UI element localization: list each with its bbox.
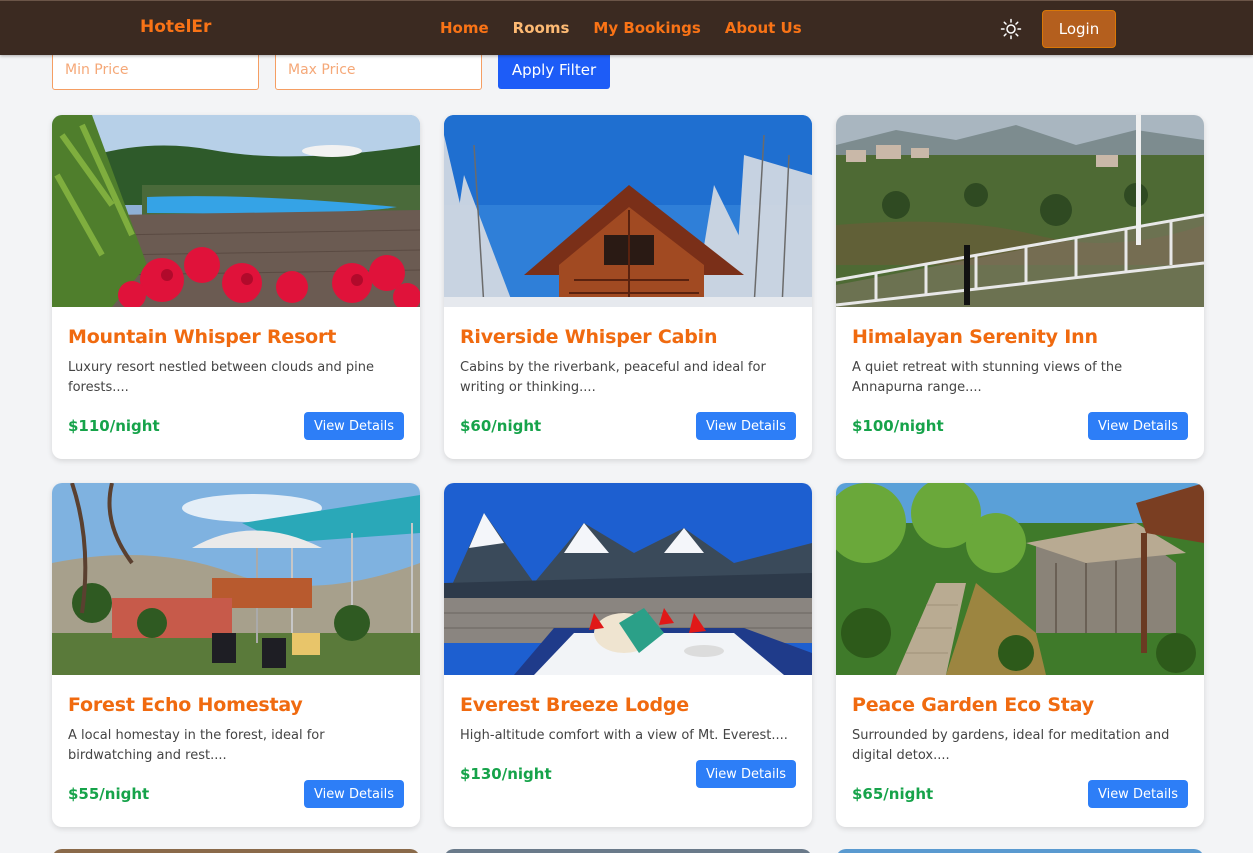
room-price: $100/night bbox=[852, 417, 944, 435]
room-image bbox=[444, 483, 812, 675]
room-price: $60/night bbox=[460, 417, 542, 435]
sun-icon[interactable] bbox=[1000, 18, 1022, 40]
nav-home[interactable]: Home bbox=[440, 19, 489, 37]
min-price-input[interactable] bbox=[52, 50, 259, 90]
view-details-button[interactable]: View Details bbox=[304, 412, 404, 440]
brand-logo[interactable]: HotelEr bbox=[140, 17, 211, 37]
room-title[interactable]: Riverside Whisper Cabin bbox=[460, 326, 796, 348]
room-description: Luxury resort nestled between clouds and… bbox=[68, 360, 374, 395]
card-body: Forest Echo Homestay A local homestay in… bbox=[52, 675, 420, 808]
room-description: Surrounded by gardens, ideal for meditat… bbox=[852, 728, 1170, 763]
room-card: Forest Echo Homestay A local homestay in… bbox=[52, 483, 420, 827]
room-title[interactable]: Everest Breeze Lodge bbox=[460, 694, 796, 716]
card-footer: $55/night View Details bbox=[68, 780, 404, 808]
room-card: Himalayan Serenity Inn A quiet retreat w… bbox=[836, 115, 1204, 459]
card-footer: $60/night View Details bbox=[460, 412, 796, 440]
card-footer: $130/night View Details bbox=[460, 760, 796, 788]
view-details-button[interactable]: View Details bbox=[1088, 412, 1188, 440]
room-price: $110/night bbox=[68, 417, 160, 435]
room-image bbox=[52, 483, 420, 675]
nav-links: Home Rooms My Bookings About Us bbox=[440, 19, 802, 37]
card-footer: $110/night View Details bbox=[68, 412, 404, 440]
view-details-button[interactable]: View Details bbox=[696, 760, 796, 788]
room-card: Peace Garden Eco Stay Surrounded by gard… bbox=[836, 483, 1204, 827]
room-image bbox=[836, 115, 1204, 307]
card-body: Everest Breeze Lodge High-altitude comfo… bbox=[444, 675, 812, 788]
room-title[interactable]: Forest Echo Homestay bbox=[68, 694, 404, 716]
price-filter: Apply Filter bbox=[52, 50, 612, 91]
room-title[interactable]: Mountain Whisper Resort bbox=[68, 326, 404, 348]
room-description: Cabins by the riverbank, peaceful and id… bbox=[460, 360, 766, 395]
room-card-peek bbox=[444, 849, 812, 853]
card-body: Himalayan Serenity Inn A quiet retreat w… bbox=[836, 307, 1204, 440]
room-price: $130/night bbox=[460, 765, 552, 783]
apply-filter-button[interactable]: Apply Filter bbox=[498, 50, 610, 89]
room-image bbox=[836, 483, 1204, 675]
room-card: Mountain Whisper Resort Luxury resort ne… bbox=[52, 115, 420, 459]
max-price-input[interactable] bbox=[275, 50, 482, 90]
card-footer: $65/night View Details bbox=[852, 780, 1188, 808]
room-card-peek bbox=[836, 849, 1204, 853]
room-card: Everest Breeze Lodge High-altitude comfo… bbox=[444, 483, 812, 827]
card-footer: $100/night View Details bbox=[852, 412, 1188, 440]
view-details-button[interactable]: View Details bbox=[304, 780, 404, 808]
room-title[interactable]: Peace Garden Eco Stay bbox=[852, 694, 1188, 716]
card-body: Riverside Whisper Cabin Cabins by the ri… bbox=[444, 307, 812, 440]
nav-about-us[interactable]: About Us bbox=[725, 19, 802, 37]
room-title[interactable]: Himalayan Serenity Inn bbox=[852, 326, 1188, 348]
room-description: A local homestay in the forest, ideal fo… bbox=[68, 728, 325, 763]
room-image bbox=[52, 115, 420, 307]
room-price: $65/night bbox=[852, 785, 934, 803]
view-details-button[interactable]: View Details bbox=[696, 412, 796, 440]
nav-my-bookings[interactable]: My Bookings bbox=[593, 19, 700, 37]
room-price: $55/night bbox=[68, 785, 150, 803]
room-card: Riverside Whisper Cabin Cabins by the ri… bbox=[444, 115, 812, 459]
view-details-button[interactable]: View Details bbox=[1088, 780, 1188, 808]
top-navbar: HotelEr Home Rooms My Bookings About Us … bbox=[0, 0, 1253, 55]
card-body: Peace Garden Eco Stay Surrounded by gard… bbox=[836, 675, 1204, 808]
nav-rooms[interactable]: Rooms bbox=[513, 19, 570, 37]
room-description: A quiet retreat with stunning views of t… bbox=[852, 360, 1123, 395]
login-button[interactable]: Login bbox=[1042, 10, 1116, 48]
room-description: High-altitude comfort with a view of Mt.… bbox=[460, 728, 788, 743]
room-image bbox=[444, 115, 812, 307]
card-body: Mountain Whisper Resort Luxury resort ne… bbox=[52, 307, 420, 440]
room-card-peek bbox=[52, 849, 420, 853]
